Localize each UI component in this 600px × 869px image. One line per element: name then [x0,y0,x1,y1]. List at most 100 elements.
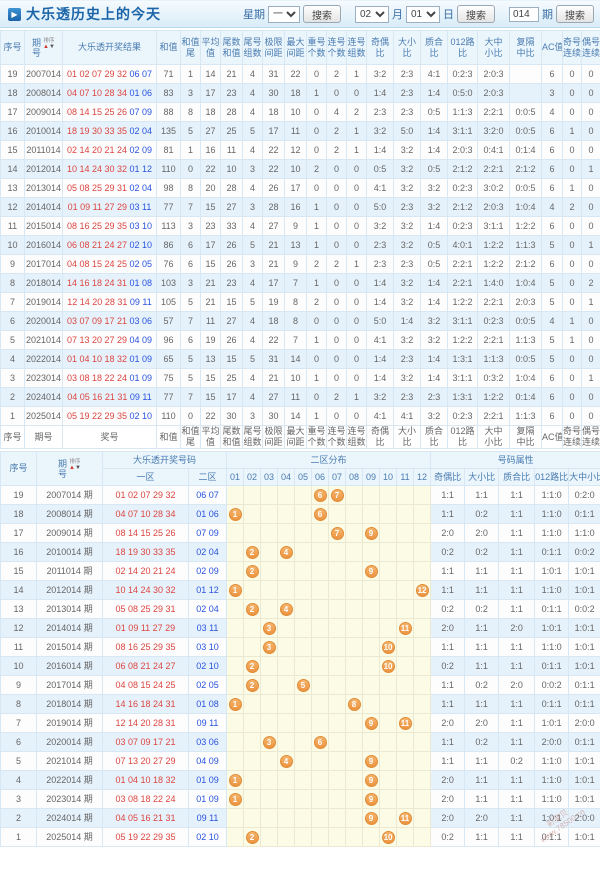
cell-odd-run: 0 [563,369,582,388]
week-search-button[interactable]: 搜索 [303,5,341,23]
sort-desc-icon[interactable]: ▼ [75,465,81,472]
cell-sum-tail: 7 [181,198,201,217]
cell-big-mid-small-ratio: 1:1:3 [478,350,510,369]
cell-rep-gap-mid-ratio [510,65,542,84]
cell-seq: 13 [1,600,37,619]
back-ball: 6 [314,508,327,521]
grid-cell-12 [414,657,431,676]
col-zone2: 二区 [189,469,227,486]
week-select[interactable]: 一 [268,6,300,23]
grid-cell-04 [278,771,295,790]
issue-input[interactable] [509,7,539,22]
cell-issue: 2017014 [25,255,63,274]
grid-cell-04 [278,562,295,581]
cell-sum-tail: 3 [181,217,201,236]
cell-zone2-numbers: 07 09 [189,524,227,543]
cell-avg: 16 [201,141,221,160]
grid-cell-12 [414,619,431,638]
grid-cell-08 [346,657,363,676]
cell-zone2-numbers: 02 10 [189,657,227,676]
cell-seq: 16 [1,543,37,562]
cell-odd-even-ratio: 2:0 [431,524,465,543]
cell-odd-even-ratio: 1:1 [431,562,465,581]
cell-ac-value: 4 [542,103,563,122]
sort-control[interactable]: 排序▲▼ [69,459,81,472]
grid-cell-01 [227,676,244,695]
grid-cell-10 [380,543,397,562]
grid-cell-07 [329,562,346,581]
cell-limit-gap: 19 [263,293,285,312]
cell-tail-groups: 4 [243,274,263,293]
cell-seq: 9 [1,255,25,274]
cell-zone2-numbers: 04 09 [189,752,227,771]
cell-tail-sum: 28 [221,103,243,122]
issue-search-group: 期 搜索 [509,5,594,23]
col-max-gap: 最大间距 [285,31,307,65]
cell-road-012-ratio: 0:1:1 [535,600,569,619]
grid-cell-09: 9 [363,771,380,790]
grid-col-02: 02 [244,469,261,486]
cell-consec-count: 0 [327,293,347,312]
cell-even-run: 0 [582,103,600,122]
grid-cell-08 [346,676,363,695]
cell-road-012-ratio: 0:2:3 [448,407,478,426]
cell-prime-composite-ratio: 3:2 [421,179,448,198]
back-ball: 12 [416,584,429,597]
cell-odd-even-ratio: 2:0 [431,771,465,790]
grid-cell-08 [346,790,363,809]
cell-odd-even-ratio: 2:0 [431,714,465,733]
cell-issue: 2007014 [25,65,63,84]
search-area: 星期 一 搜索 02 月 01 日 搜索 期 搜索 [233,5,594,23]
issue-search-button[interactable]: 搜索 [556,5,594,23]
grid-cell-08 [346,828,363,847]
date-search-button[interactable]: 搜索 [457,5,495,23]
grid-col-04: 04 [278,469,295,486]
cell-prime-composite-ratio: 1:4 [421,122,448,141]
back-ball: 11 [399,717,412,730]
cell-result: 08 16 25 29 35 03 10 [63,217,157,236]
cell-odd-even-ratio: 1:1 [431,676,465,695]
cell-sum-tail: 5 [181,122,201,141]
cell-road-012-ratio: 1:0:1 [535,619,569,638]
cell-tail-sum: 28 [221,179,243,198]
cell-odd-run: 0 [563,65,582,84]
cell-even-run: 0 [582,179,600,198]
grid-cell-09: 9 [363,524,380,543]
cell-issue: 2021014 期 [37,752,103,771]
grid-cell-05 [295,524,312,543]
col-repeat-count: 重号个数 [307,426,327,449]
cell-issue: 2011014 期 [37,562,103,581]
cell-road-012-ratio: 0:1:1 [535,695,569,714]
grid-cell-03 [261,581,278,600]
cell-issue: 2024014 [25,388,63,407]
grid-cell-02 [244,619,261,638]
grid-cell-09: 9 [363,562,380,581]
sort-desc-icon[interactable]: ▼ [49,44,55,51]
cell-big-mid-small-ratio: 2:2:1 [478,160,510,179]
cell-big-mid-small-ratio: 1:0:1 [569,752,600,771]
cell-road-012-ratio: 0:5:0 [448,84,478,103]
grid-cell-08 [346,600,363,619]
day-select[interactable]: 01 [406,6,440,23]
cell-consec-groups: 0 [347,179,367,198]
grid-cell-09 [363,657,380,676]
cell-tail-sum: 26 [221,255,243,274]
cell-road-012-ratio: 3:1:1 [448,122,478,141]
cell-big-mid-small-ratio: 2:0:3 [478,84,510,103]
col-issue: 期号 [25,426,63,449]
cell-odd-even-ratio: 1:4 [367,84,394,103]
grid-cell-01 [227,733,244,752]
cell-even-run: 0 [582,65,600,84]
cell-issue: 2020014 期 [37,733,103,752]
cell-sum: 76 [157,255,181,274]
cell-rep-gap-mid-ratio: 1:2:2 [510,217,542,236]
month-select[interactable]: 02 [355,6,389,23]
day-label: 日 [443,6,454,22]
grid-cell-07 [329,771,346,790]
sort-control[interactable]: 排序▲▼ [43,38,55,51]
sort-label: 排序 [44,38,55,43]
cell-odd-even-ratio: 2:3 [367,255,394,274]
grid-cell-06 [312,543,329,562]
cell-issue: 2010014 期 [37,543,103,562]
cell-prime-composite-ratio: 1:1 [499,638,535,657]
